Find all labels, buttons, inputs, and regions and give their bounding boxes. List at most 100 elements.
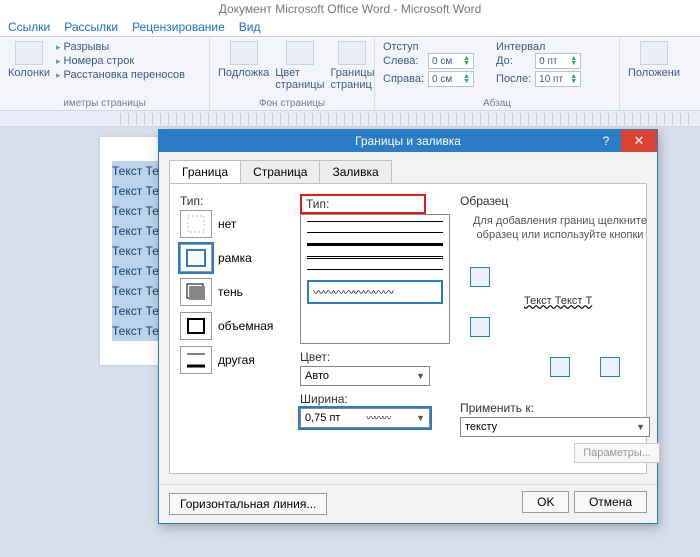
wave-icon: 〰〰〰〰〰〰〰〰	[313, 287, 393, 299]
type-custom-label: другая	[218, 353, 255, 367]
type-box-icon	[184, 247, 208, 269]
indent-right-label: Справа:	[383, 73, 424, 85]
spinner-arrows-icon[interactable]: ▲▼	[463, 56, 470, 66]
type-shadow-icon	[184, 281, 208, 303]
dialog-footer: Горизонтальная линия... OK Отмена	[159, 484, 657, 523]
color-label: Цвет:	[300, 350, 450, 364]
tab-page[interactable]: Страница	[240, 160, 320, 183]
spacing-before-input[interactable]: 0 пт ▲▼	[535, 53, 581, 69]
page-color-button[interactable]: Цвет страницы	[275, 41, 324, 91]
cancel-button[interactable]: Отмена	[574, 491, 647, 513]
preview-canvas[interactable]: Текст Текст Т	[460, 257, 660, 397]
tab-border[interactable]: Граница	[169, 160, 241, 183]
line-style-item[interactable]	[307, 243, 443, 246]
menu-tabs: Ссылки Рассылки Рецензирование Вид	[0, 18, 700, 37]
type-custom[interactable]: другая	[180, 346, 290, 374]
spacing-after-input[interactable]: 10 пт ▲▼	[535, 71, 581, 87]
type-3d[interactable]: объемная	[180, 312, 290, 340]
spacing-after-value: 10 пт	[539, 74, 563, 85]
ruler[interactable]	[0, 111, 700, 127]
apply-to-value: тексту	[465, 421, 497, 433]
apply-to-label: Применить к:	[460, 401, 660, 415]
indent-left-label: Слева:	[383, 55, 424, 67]
chevron-down-icon: ▼	[416, 413, 425, 423]
spacing-after-label: После:	[496, 73, 531, 85]
type-box-label: рамка	[218, 251, 252, 265]
document-area: Текст Те Текст Те Текст Те Текст Те Текс…	[0, 127, 700, 557]
position-icon	[640, 41, 668, 65]
indent-left-value: 0 см	[432, 56, 452, 67]
dialog-title: Границы и заливка	[355, 134, 461, 148]
style-label: Тип:	[306, 197, 329, 211]
type-label: Тип:	[180, 194, 290, 208]
color-value: Авто	[305, 370, 329, 382]
indent-right-value: 0 см	[432, 74, 452, 85]
ok-button[interactable]: OK	[522, 491, 569, 513]
preview-border-right-button[interactable]	[600, 357, 620, 377]
tab-shading[interactable]: Заливка	[319, 160, 391, 183]
spinner-arrows-icon[interactable]: ▲▼	[570, 74, 577, 84]
line-style-item[interactable]	[307, 256, 443, 259]
indent-right-input[interactable]: 0 см ▲▼	[428, 71, 474, 87]
style-label-highlight: Тип:	[300, 194, 426, 214]
watermark-button[interactable]: Подложка	[218, 41, 269, 79]
app-title: Документ Microsoft Office Word - Microso…	[0, 0, 700, 18]
apply-to-combo[interactable]: тексту ▼	[460, 417, 650, 437]
horizontal-line-button[interactable]: Горизонтальная линия...	[169, 493, 327, 515]
page-borders-label: Границы страниц	[330, 67, 374, 91]
type-shadow-label: тень	[218, 285, 243, 299]
dialog-help-button[interactable]: ?	[595, 130, 617, 152]
position-button[interactable]: Положени	[628, 41, 680, 79]
spinner-arrows-icon[interactable]: ▲▼	[570, 56, 577, 66]
hyphenation-button[interactable]: Расстановка переносов	[56, 69, 185, 81]
spacing-before-label: До:	[496, 55, 531, 67]
chevron-down-icon: ▼	[636, 422, 645, 432]
line-style-selected[interactable]: 〰〰〰〰〰〰〰〰	[307, 280, 443, 304]
preview-border-bottom-button[interactable]	[470, 317, 490, 337]
type-none[interactable]: нет	[180, 210, 290, 238]
width-value: 0,75 пт	[305, 412, 340, 424]
menu-mailings[interactable]: Рассылки	[64, 20, 118, 34]
preview-label: Образец	[460, 194, 660, 208]
dialog-close-button[interactable]: ✕	[621, 130, 657, 152]
watermark-label: Подложка	[218, 67, 269, 79]
type-3d-icon	[184, 315, 208, 337]
line-numbers-button[interactable]: Номера строк	[56, 55, 185, 67]
spinner-arrows-icon[interactable]: ▲▼	[463, 74, 470, 84]
page-borders-button[interactable]: Границы страниц	[330, 41, 374, 91]
type-box[interactable]: рамка	[180, 244, 290, 272]
preview-border-top-button[interactable]	[470, 267, 490, 287]
line-style-item[interactable]	[307, 232, 443, 233]
breaks-button[interactable]: Разрывы	[56, 41, 185, 53]
dialog-titlebar[interactable]: Границы и заливка ? ✕	[159, 130, 657, 152]
line-style-list[interactable]: 〰〰〰〰〰〰〰〰	[300, 214, 450, 344]
menu-links[interactable]: Ссылки	[8, 20, 50, 34]
options-button: Параметры...	[574, 443, 660, 463]
type-shadow[interactable]: тень	[180, 278, 290, 306]
columns-label: Колонки	[8, 67, 50, 79]
color-combo[interactable]: Авто ▼	[300, 366, 430, 386]
preview-text: Текст Текст Т	[520, 291, 596, 311]
spacing-title: Интервал	[496, 41, 585, 53]
page-color-icon	[286, 41, 314, 65]
menu-review[interactable]: Рецензирование	[132, 20, 225, 34]
paragraph-label: Абзац	[383, 98, 611, 109]
dialog-tabs: Граница Страница Заливка	[169, 160, 647, 183]
spacing-before-value: 0 пт	[539, 56, 557, 67]
page-bg-label: Фон страницы	[218, 98, 366, 109]
preview-border-left-button[interactable]	[550, 357, 570, 377]
line-style-item[interactable]	[307, 269, 443, 270]
watermark-icon	[230, 41, 258, 65]
indent-left-input[interactable]: 0 см ▲▼	[428, 53, 474, 69]
columns-button[interactable]: Колонки	[8, 41, 50, 79]
width-combo[interactable]: 0,75 пт 〰〰〰 ▼	[300, 408, 430, 428]
chevron-down-icon: ▼	[416, 371, 425, 381]
line-style-item[interactable]	[307, 221, 443, 222]
indent-title: Отступ	[383, 41, 478, 53]
columns-icon	[15, 41, 43, 65]
menu-view[interactable]: Вид	[239, 20, 261, 34]
ruler-marks	[120, 113, 690, 125]
type-custom-icon	[184, 349, 208, 371]
page-color-label: Цвет страницы	[275, 67, 324, 91]
ribbon: Колонки Разрывы Номера строк Расстановка…	[0, 37, 700, 111]
